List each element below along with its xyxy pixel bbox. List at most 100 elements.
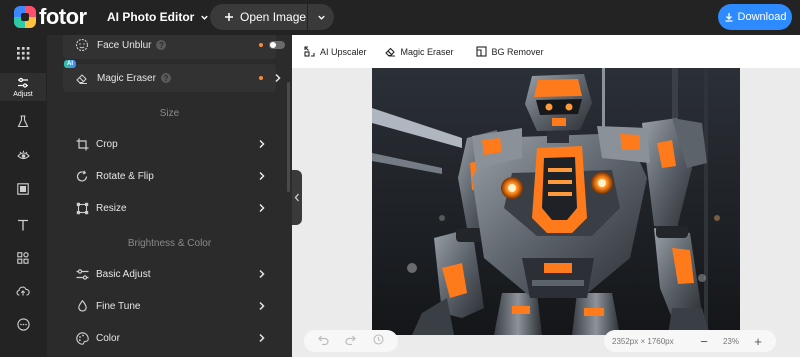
row-fine-tune[interactable]: Fine Tune	[47, 294, 292, 318]
face-icon	[75, 38, 89, 52]
eraser-icon	[76, 74, 87, 85]
download-label: Download	[737, 11, 787, 23]
logo-text: fotor	[39, 4, 87, 29]
row-label: Resize	[96, 202, 127, 214]
row-basic-adjust[interactable]: Basic Adjust	[47, 262, 292, 286]
fotor-logo[interactable]: fotor	[14, 6, 87, 28]
crop-icon	[76, 138, 89, 150]
undo-button[interactable]	[318, 335, 329, 348]
section-title-brightness-color: Brightness & Color	[127, 238, 212, 249]
chevron-down-icon	[201, 15, 209, 20]
history-icon	[373, 334, 384, 345]
eraser-icon	[384, 47, 395, 57]
canvas-toolstrip: AI Upscaler Magic Eraser BG Remover	[292, 35, 800, 68]
image-dimensions: 2352px × 1760px	[612, 336, 674, 346]
ai-badge: AI	[64, 60, 76, 68]
more-icon	[16, 318, 30, 331]
rail-item-frames[interactable]	[0, 183, 46, 195]
rail-item-adjust[interactable]: Adjust	[0, 73, 46, 101]
row-color[interactable]: Color	[47, 326, 292, 350]
fotor-logo-icon	[14, 6, 36, 28]
droplet-icon	[78, 299, 87, 312]
rail-item-uploads[interactable]	[0, 285, 46, 296]
ai-upscaler-button[interactable]: AI Upscaler	[304, 46, 367, 57]
magic-eraser-tool-label: Magic Eraser	[400, 46, 454, 57]
bg-remover-label: BG Remover	[491, 46, 544, 57]
zoom-controls: 2352px × 1760px − 23% +	[604, 330, 776, 352]
canvas-image[interactable]	[372, 68, 740, 335]
text-icon	[18, 219, 28, 231]
panel-scrollbar[interactable]	[287, 82, 290, 192]
resize-icon	[76, 202, 89, 214]
open-image-dropdown[interactable]	[308, 4, 334, 30]
open-image-label: Open Image	[240, 10, 307, 24]
magic-eraser-button[interactable]: Magic Eraser	[384, 46, 454, 57]
tool-rail: Adjust	[0, 35, 46, 357]
upscale-icon	[304, 46, 315, 57]
zoom-level[interactable]: 23%	[716, 337, 746, 346]
magic-eraser-label: Magic Eraser	[97, 72, 156, 84]
undo-icon	[318, 335, 329, 345]
chevron-right-icon	[275, 73, 281, 83]
face-unblur-toggle[interactable]	[269, 41, 285, 49]
chevron-right-icon	[259, 333, 265, 343]
redo-icon	[345, 335, 357, 345]
panel-collapse-button[interactable]	[292, 170, 302, 225]
row-label: Rotate & Flip	[96, 170, 154, 182]
download-button[interactable]: Download	[718, 4, 792, 30]
rail-item-more[interactable]	[0, 318, 46, 331]
adjust-panel: AI Face Unblur ? AI Magic Eraser ? Size …	[47, 35, 292, 357]
bg-remover-icon	[475, 46, 487, 57]
frame-icon	[17, 183, 29, 195]
status-dot	[259, 43, 263, 47]
zoom-out-button[interactable]: −	[696, 334, 712, 349]
history-controls	[304, 330, 398, 352]
row-rotate-flip[interactable]: Rotate & Flip	[47, 164, 292, 188]
rotate-icon	[76, 169, 88, 182]
zoom-in-button[interactable]: +	[750, 334, 766, 349]
chevron-right-icon	[259, 139, 265, 149]
editor-menu-label: AI Photo Editor	[107, 10, 195, 24]
grid-icon	[16, 47, 29, 60]
magic-eraser-card[interactable]: AI Magic Eraser ?	[63, 60, 281, 92]
history-button[interactable]	[373, 334, 384, 348]
plus-icon	[225, 13, 233, 21]
sliders-icon	[76, 268, 89, 280]
status-dot	[259, 76, 263, 80]
palette-icon	[76, 331, 89, 345]
cloud-upload-icon	[16, 286, 30, 296]
rail-label-adjust: Adjust	[13, 91, 33, 98]
rail-item-templates[interactable]	[0, 47, 46, 60]
row-label: Fine Tune	[96, 300, 141, 312]
row-label: Basic Adjust	[96, 268, 151, 280]
editor-menu[interactable]: AI Photo Editor	[107, 10, 209, 24]
robot-photo	[372, 68, 740, 335]
rail-item-beauty[interactable]	[0, 150, 46, 161]
eye-icon	[16, 150, 30, 160]
chevron-right-icon	[259, 269, 265, 279]
rail-item-effects[interactable]	[0, 115, 46, 128]
redo-button[interactable]	[345, 335, 357, 348]
rail-item-elements[interactable]	[0, 252, 46, 264]
flask-icon	[17, 115, 29, 128]
face-unblur-card[interactable]: AI Face Unblur ?	[63, 35, 285, 59]
chevron-left-icon	[294, 193, 299, 202]
chevron-down-icon	[317, 15, 325, 20]
section-title-size: Size	[159, 108, 180, 119]
row-crop[interactable]: Crop	[47, 132, 292, 156]
rail-item-text[interactable]	[0, 219, 46, 231]
chevron-right-icon	[259, 203, 265, 213]
face-unblur-label: Face Unblur	[97, 39, 152, 51]
ai-upscaler-label: AI Upscaler	[320, 46, 367, 57]
elements-icon	[17, 252, 29, 264]
download-icon	[725, 13, 733, 22]
sliders-icon	[18, 77, 28, 88]
chevron-right-icon	[259, 171, 265, 181]
row-resize[interactable]: Resize	[47, 196, 292, 220]
open-image-button[interactable]: Open Image	[210, 4, 308, 30]
bg-remover-button[interactable]: BG Remover	[475, 46, 544, 57]
row-label: Color	[96, 332, 120, 344]
help-icon[interactable]: ?	[156, 40, 167, 50]
open-image-group: Open Image	[210, 4, 334, 30]
help-icon[interactable]: ?	[160, 73, 171, 83]
